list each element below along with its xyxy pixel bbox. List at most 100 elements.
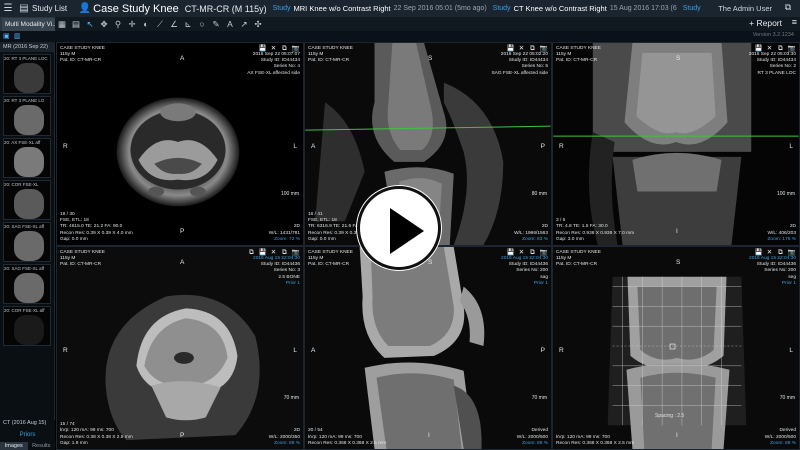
study-name-2[interactable]: CT Knee w/o Contrast Right	[514, 4, 607, 13]
study-name-1[interactable]: MRI Knee w/o Contrast Right	[294, 4, 391, 13]
viewport-toolbar: 💾 ✕ ⧉ 📷	[754, 45, 796, 52]
study-info: 2016 Aug 15 22:04:30 Study ID: ID44436 Ser…	[749, 256, 796, 287]
orientation-marker-bottom: I	[676, 228, 678, 235]
window-button[interactable]: ⧉	[778, 2, 798, 14]
orientation-marker-top: S	[676, 259, 681, 266]
camera-icon[interactable]: 📷	[787, 249, 796, 256]
series-preview-image	[14, 147, 44, 177]
viewport-axial-ct[interactable]: ⧉ 💾 ✕ ⧉ 📷 CASE STUDY KNEE 115y M Pat. ID: …	[56, 246, 304, 450]
series-thumbnail[interactable]: 20: RT 3 PLANE LO	[3, 96, 51, 136]
close-series-icon[interactable]: ✕	[517, 45, 526, 52]
pointer-icon[interactable]: ↖	[83, 17, 97, 31]
camera-icon[interactable]: 📷	[539, 45, 548, 52]
link-icon[interactable]: ⧉	[528, 249, 537, 256]
study-list-icon[interactable]: ▤	[16, 0, 32, 17]
display-info-line: W/L: 1431/781	[268, 230, 300, 236]
report-button[interactable]: + Report	[749, 18, 782, 28]
link-icon[interactable]: ⧉	[776, 249, 785, 256]
link-icon[interactable]: ⧉	[776, 45, 785, 52]
orientation-marker-bottom: P	[180, 432, 185, 439]
user-icon: 👤	[78, 3, 92, 14]
tab-images[interactable]: Images	[0, 442, 28, 450]
acquisition-info-line: TR: 4615.0 TE: 21.2 FA: 90.0	[60, 224, 123, 230]
save-icon[interactable]: 💾	[754, 45, 763, 52]
acquisition-info: 20 / 54 kVp: 120 mA: 99 ms: 700 Recon Res:…	[308, 428, 386, 447]
orientation-marker-top: S	[428, 55, 433, 62]
acquisition-info-line: Gap: 3.0 mm	[556, 236, 584, 242]
cobb-angle-icon[interactable]: ⊾	[181, 17, 195, 31]
display-info-line: W/L: 1966/1563	[514, 230, 548, 236]
stack-icon[interactable]: ▤	[69, 17, 83, 31]
freehand-roi-icon[interactable]: ✎	[209, 17, 223, 31]
series-panel-footer: CT (2016 Aug 15) Priors Images Results	[0, 420, 55, 450]
series-thumbnail[interactable]: 20: COR FSE-XL	[3, 180, 51, 220]
scale-bar-label: 70 mm	[531, 395, 547, 401]
layout-icon[interactable]: ⧉	[247, 249, 256, 256]
tab-results[interactable]: Results	[28, 442, 56, 450]
layout-grid-icon[interactable]: ▣	[3, 32, 13, 41]
close-series-icon[interactable]: ✕	[269, 249, 278, 256]
close-series-icon[interactable]: ✕	[765, 249, 774, 256]
study-date-2: 15 Aug 2016 17:03 (6	[609, 5, 677, 12]
close-series-icon[interactable]: ✕	[765, 45, 774, 52]
study-list-button[interactable]: Study List	[32, 4, 67, 13]
window-level-icon[interactable]: ◐	[139, 17, 153, 31]
admin-user[interactable]: The Admin User	[718, 4, 772, 13]
save-icon[interactable]: 💾	[506, 45, 515, 52]
menu-icon[interactable]: ☰	[0, 0, 16, 17]
priors-button[interactable]: Priors	[0, 432, 55, 438]
save-icon[interactable]: 💾	[754, 249, 763, 256]
viewport-axial-mr[interactable]: 💾 ✕ ⧉ 📷 CASE STUDY KNEE 115y M Pat. ID: CT…	[56, 42, 304, 246]
series-thumbnail[interactable]: 20: SAG FSE-XL aff	[3, 264, 51, 304]
series-thumbnail[interactable]: 20: COR FSE-XL aff	[3, 306, 51, 346]
display-info: Derived W/L: 2000/500 Zoom: 88 %	[765, 428, 796, 447]
study-tag-3[interactable]: Study	[683, 5, 701, 12]
display-info-line: Zoom: 88 %	[274, 440, 300, 446]
viewport-coronal-mr[interactable]: 💾 ✕ ⧉ 📷 CASE STUDY KNEE 115y M Pat. ID: CT…	[552, 42, 800, 246]
series-preview-image	[14, 273, 44, 303]
viewport-coronal-ct[interactable]: Spacing : 2.5 💾 ✕ ⧉ 📷 CASE STUDY KNEE 115…	[552, 246, 800, 450]
close-series-icon[interactable]: ✕	[269, 45, 278, 52]
save-icon[interactable]: 💾	[506, 249, 515, 256]
scale-bar-label: 100 mm	[280, 191, 299, 197]
layout-icon[interactable]: ▦	[55, 17, 69, 31]
camera-icon[interactable]: 📷	[787, 45, 796, 52]
link-icon[interactable]: ⧉	[280, 45, 289, 52]
camera-icon[interactable]: 📷	[291, 45, 300, 52]
orientation-marker-right: L	[293, 347, 297, 354]
angle-icon[interactable]: ∠	[167, 17, 181, 31]
series-panel: MR (2016 Sep 22) 20: RT 3 PLANE LOC 20: R…	[0, 42, 55, 450]
series-thumbnail[interactable]: 20: RT 3 PLANE LOC	[3, 54, 51, 94]
viewport-sagittal-ct[interactable]: 💾 ✕ ⧉ 📷 CASE STUDY KNEE 115y M Pat. ID: CT…	[304, 246, 552, 450]
display-info-line: Zoom: 88 %	[522, 440, 548, 446]
save-icon[interactable]: 💾	[258, 249, 267, 256]
reset-icon[interactable]: ✣	[251, 17, 265, 31]
camera-icon[interactable]: 📷	[539, 249, 548, 256]
acquisition-info-line: Recon Res: 0.368 X 0.368 X 2.5 mm	[308, 440, 387, 446]
crosshair-icon[interactable]: ✛	[125, 17, 139, 31]
series-view-icon[interactable]: ▥	[14, 32, 24, 41]
save-icon[interactable]: 💾	[258, 45, 267, 52]
camera-icon[interactable]: 📷	[291, 249, 300, 256]
display-info: 2D W/L: 1966/1563 Zoom: 83 %	[514, 224, 548, 243]
close-series-icon[interactable]: ✕	[517, 249, 526, 256]
arrow-annotation-icon[interactable]: ↗	[237, 17, 251, 31]
zoom-icon[interactable]: ⚲	[111, 17, 125, 31]
pan-icon[interactable]: ✥	[97, 17, 111, 31]
more-menu-button[interactable]: ≡	[792, 17, 797, 27]
study-tag-2: Study	[492, 5, 511, 12]
text-annotation-icon[interactable]: A	[223, 17, 237, 31]
viewport-toolbar: 💾 ✕ ⧉ 📷	[506, 45, 548, 52]
orientation-marker-right: L	[789, 347, 793, 354]
ellipse-roi-icon[interactable]: ○	[195, 17, 209, 31]
scale-bar-label: 70 mm	[283, 395, 299, 401]
link-icon[interactable]: ⧉	[280, 249, 289, 256]
series-thumbnail[interactable]: 20: SAG FSE-XL aff	[3, 222, 51, 262]
tab-multi-modality-viewer[interactable]: Multi Modality Vi...	[2, 18, 55, 31]
series-thumbnail[interactable]: 20: AX FSE-XL aff	[3, 138, 51, 178]
ct-study-header[interactable]: CT (2016 Aug 15)	[0, 420, 55, 426]
play-video-button[interactable]	[357, 186, 441, 270]
length-icon[interactable]: ⟋	[153, 17, 167, 31]
link-icon[interactable]: ⧉	[528, 45, 537, 52]
mr-study-header[interactable]: MR (2016 Sep 22)	[0, 42, 54, 52]
